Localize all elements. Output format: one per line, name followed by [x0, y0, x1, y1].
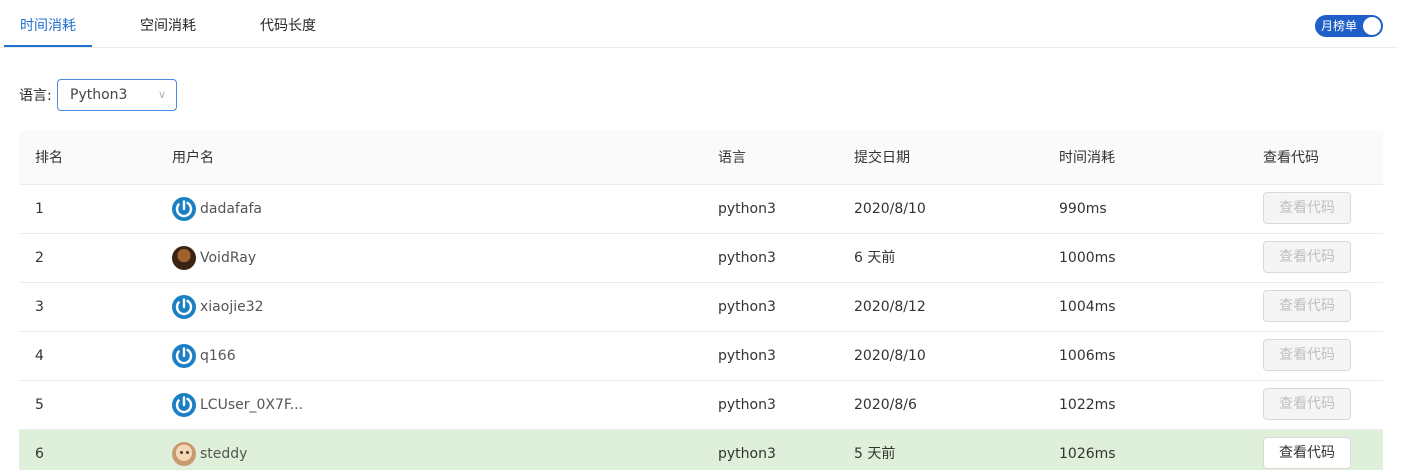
time-cell: 1000ms: [1059, 250, 1116, 266]
toggle-label: 月榜单: [1321, 19, 1358, 33]
table-header: 排名 用户名 语言 提交日期 时间消耗 查看代码: [19, 131, 1383, 185]
username-link[interactable]: steddy: [200, 430, 247, 470]
date-cell: 6 天前: [854, 250, 896, 266]
language-cell: python3: [718, 446, 776, 462]
time-cell: 1004ms: [1059, 299, 1116, 315]
power-icon[interactable]: [172, 344, 196, 368]
power-icon[interactable]: [172, 295, 196, 319]
username-link[interactable]: dadafafa: [200, 185, 262, 234]
rank-cell: 2: [35, 250, 44, 266]
user-avatar[interactable]: [172, 442, 196, 466]
toggle-knob: [1363, 17, 1381, 35]
ranking-table: 排名 用户名 语言 提交日期 时间消耗 查看代码 1 dadafafa python…: [19, 131, 1383, 470]
table-row: 1 dadafafa python3 2020/8/10 990ms 查看代码: [19, 185, 1383, 234]
ranking-tabs: 时间消耗 空间消耗 代码长度 月榜单: [0, 0, 1398, 48]
power-icon[interactable]: [172, 393, 196, 417]
time-cell: 1022ms: [1059, 397, 1116, 413]
language-cell: python3: [718, 397, 776, 413]
language-select-value: Python3: [70, 87, 128, 103]
time-cell: 1026ms: [1059, 446, 1116, 462]
language-cell: python3: [718, 299, 776, 315]
rank-cell: 6: [35, 446, 44, 462]
tab-code-length[interactable]: 代码长度: [244, 0, 332, 48]
tab-time[interactable]: 时间消耗: [4, 0, 92, 48]
table-row: 2 VoidRay python3 6 天前 1000ms 查看代码: [19, 234, 1383, 283]
language-cell: python3: [718, 201, 776, 217]
header-view-code: 查看代码: [1263, 150, 1319, 166]
rank-cell: 1: [35, 201, 44, 217]
table-row: 4 q166 python3 2020/8/10 1006ms 查看代码: [19, 332, 1383, 381]
date-cell: 2020/8/10: [854, 348, 926, 364]
time-cell: 990ms: [1059, 201, 1107, 217]
language-filter-label: 语言:: [19, 88, 52, 104]
table-row: 3 xiaojie32 python3 2020/8/12 1004ms 查看代码: [19, 283, 1383, 332]
view-code-button[interactable]: 查看代码: [1263, 192, 1351, 224]
date-cell: 5 天前: [854, 446, 896, 462]
table-row: 5 LCUser_0X7F... python3 2020/8/6 1022ms 查看代码: [19, 381, 1383, 430]
language-cell: python3: [718, 348, 776, 364]
language-select[interactable]: Python3 ∨: [57, 79, 177, 111]
header-language: 语言: [718, 150, 746, 166]
active-tab-indicator: [4, 45, 92, 47]
header-username: 用户名: [172, 150, 214, 166]
date-cell: 2020/8/6: [854, 397, 917, 413]
power-icon[interactable]: [172, 197, 196, 221]
view-code-button[interactable]: 查看代码: [1263, 290, 1351, 322]
language-cell: python3: [718, 250, 776, 266]
view-code-button[interactable]: 查看代码: [1263, 437, 1351, 469]
header-time: 时间消耗: [1059, 150, 1115, 166]
time-cell: 1006ms: [1059, 348, 1116, 364]
header-rank: 排名: [35, 150, 63, 166]
monthly-ranking-toggle[interactable]: 月榜单: [1315, 15, 1383, 37]
chevron-down-icon: ∨: [157, 88, 166, 101]
date-cell: 2020/8/12: [854, 299, 926, 315]
date-cell: 2020/8/10: [854, 201, 926, 217]
tab-memory[interactable]: 空间消耗: [124, 0, 212, 48]
user-avatar[interactable]: [172, 246, 196, 270]
table-row: 6 steddy python3 5 天前 1026ms 查看代码: [19, 430, 1383, 470]
header-submit-date: 提交日期: [854, 150, 910, 166]
rank-cell: 3: [35, 299, 44, 315]
username-link[interactable]: xiaojie32: [200, 283, 264, 332]
username-link[interactable]: q166: [200, 332, 236, 381]
rank-cell: 4: [35, 348, 44, 364]
view-code-button[interactable]: 查看代码: [1263, 388, 1351, 420]
rank-cell: 5: [35, 397, 44, 413]
view-code-button[interactable]: 查看代码: [1263, 241, 1351, 273]
view-code-button[interactable]: 查看代码: [1263, 339, 1351, 371]
table-body: 1 dadafafa python3 2020/8/10 990ms 查看代码 2 VoidR…: [19, 185, 1383, 470]
username-link[interactable]: LCUser_0X7F...: [200, 381, 303, 430]
username-link[interactable]: VoidRay: [200, 234, 256, 283]
